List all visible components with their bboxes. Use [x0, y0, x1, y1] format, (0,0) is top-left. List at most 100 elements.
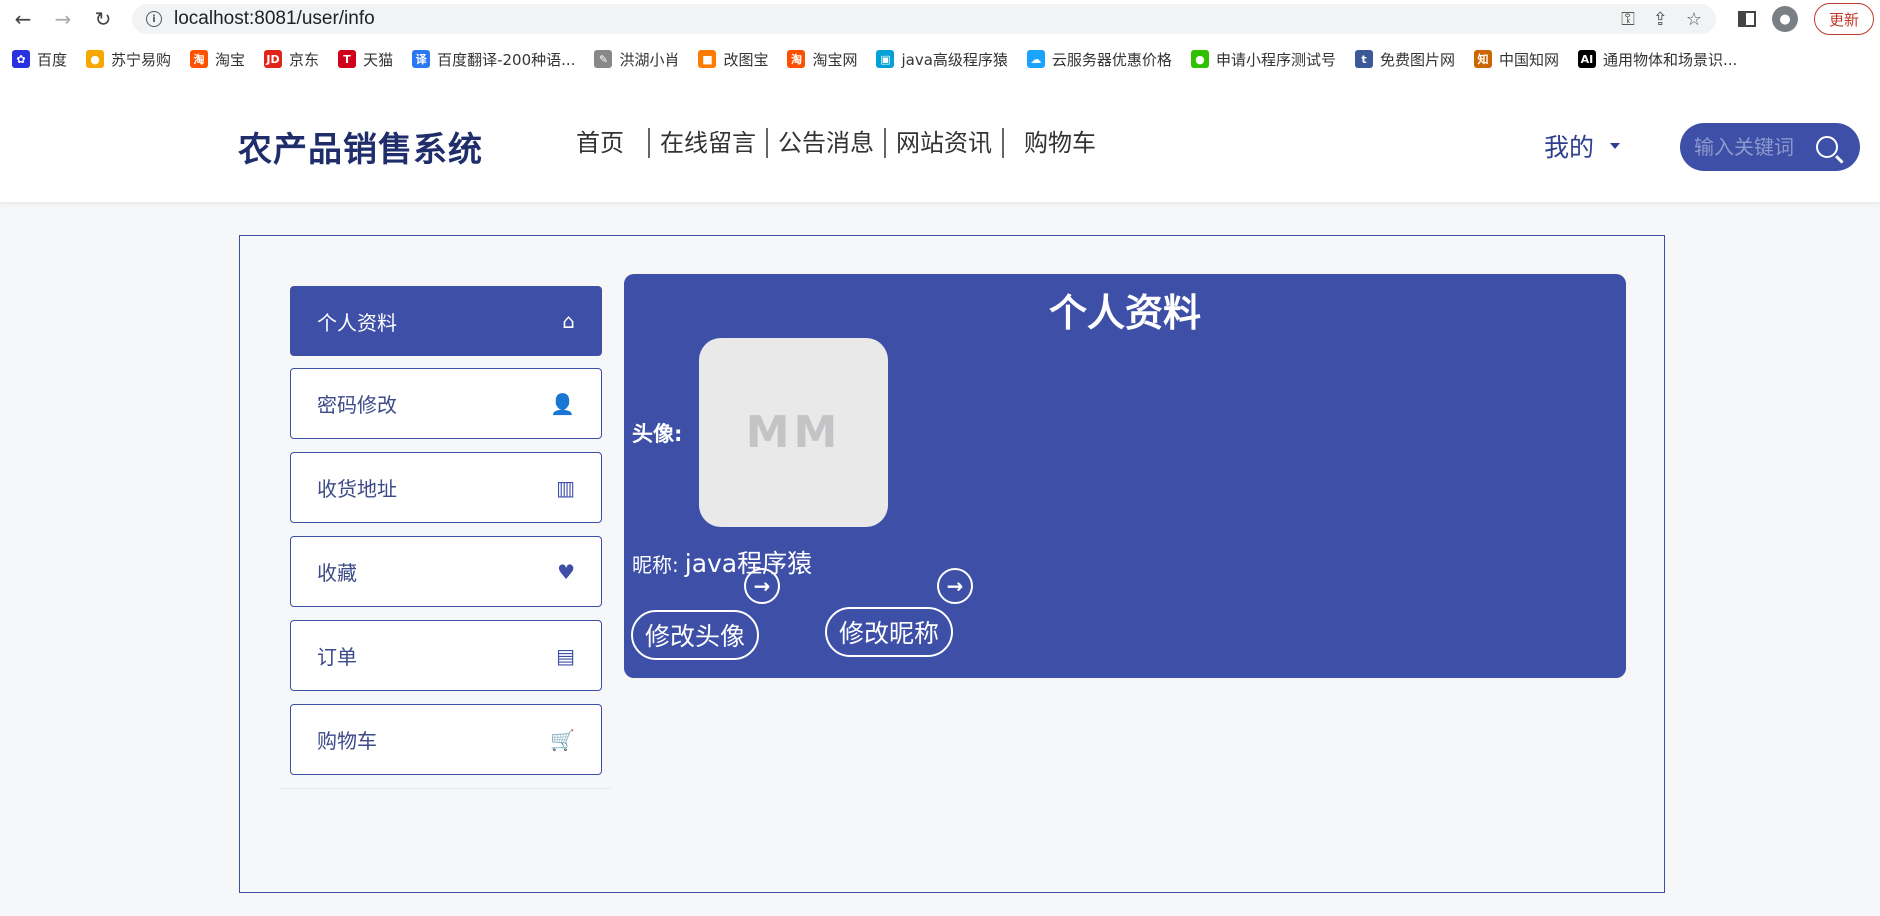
sidebar-item-user[interactable]: 密码修改 👤 [290, 368, 602, 439]
bookmark-label: 百度翻译-200种语... [437, 50, 576, 69]
sidebar-item-cart[interactable]: 购物车 🛒 [290, 704, 602, 775]
nav-messages[interactable]: 在线留言 [648, 128, 766, 158]
bookmarks-bar: ✿ 百度 ● 苏宁易购淘淘宝 JD 京东 T 天猫译百度翻译-200种语... ✎ 洪湖小肖 ■ 改图… [0, 38, 1880, 80]
content-container: 个人资料 ⌂ 密码修改 👤 收货地址 ▥ 收藏 ♥ 订单 ▤ 购物车 🛒 个人资料 头像: MM 昵称… [239, 235, 1665, 893]
mine-dropdown[interactable]: 我的 [1544, 128, 1621, 164]
update-button[interactable]: 更新 [1813, 3, 1874, 35]
nav-announcements[interactable]: 公告消息 [766, 128, 884, 158]
search-box [1680, 123, 1860, 171]
bookmark-favicon-icon: T [338, 50, 357, 68]
nav-cart[interactable]: 购物车 [1002, 128, 1106, 158]
bookmark-item[interactable]: ■ 改图宝 [698, 49, 768, 70]
bookmark-item[interactable]: 淘淘宝 [190, 49, 245, 70]
arrow-right-circle-icon[interactable]: → [937, 568, 973, 604]
bookmark-label: 通用物体和场景识... [1602, 50, 1738, 69]
avatar-label: 头像: [632, 422, 683, 446]
sidebar-item-file[interactable]: 订单 ▤ [290, 620, 602, 691]
change-nickname-button[interactable]: 修改昵称 [825, 607, 954, 657]
bookmark-label: 免费图片网 [1379, 50, 1455, 69]
search-input[interactable] [1694, 135, 1804, 159]
cart-icon: 🛒 [550, 727, 575, 752]
bookmark-label: 申请小程序测试号 [1215, 50, 1336, 69]
bookmark-favicon-icon: ✎ [594, 50, 613, 68]
site-info-icon[interactable]: i [146, 11, 162, 27]
address-bar[interactable]: i localhost:8081/user/info ⚿ ⇪ ☆ [132, 4, 1716, 34]
side-panel-icon[interactable] [1737, 11, 1756, 27]
bookmark-favicon-icon: ✿ [12, 50, 30, 68]
nav-home[interactable]: 首页 [566, 128, 648, 158]
bookmark-label: 中国知网 [1498, 50, 1559, 69]
sidebar-item-label: 个人资料 [317, 310, 397, 335]
bookmark-item[interactable]: 知中国知网 [1473, 49, 1559, 70]
sidebar-item-label: 订单 [317, 645, 357, 669]
user-icon: 👤 [550, 391, 575, 416]
bookmark-item[interactable]: ✎ 洪湖小肖 [594, 49, 679, 70]
bookmark-favicon-icon: ☁ [1026, 50, 1045, 68]
bookmark-star-icon[interactable]: ☆ [1686, 9, 1702, 30]
search-icon[interactable] [1816, 136, 1838, 158]
forward-arrow-icon[interactable]: → [46, 2, 80, 36]
bookmark-item[interactable]: 淘淘宝网 [787, 49, 857, 70]
profile-panel: 个人资料 头像: MM 昵称: java程序猿 修改头像 → 修改昵称 → [624, 274, 1626, 678]
bookmark-favicon-icon: ● [1190, 50, 1209, 68]
mine-label: 我的 [1544, 133, 1595, 162]
bookmark-label: 京东 [289, 50, 320, 69]
bookmark-favicon-icon: ■ [698, 50, 717, 68]
bookmark-favicon-icon: 淘 [787, 50, 806, 68]
bookmark-favicon-icon: JD [264, 50, 283, 68]
sidebar-item-label: 收藏 [317, 561, 357, 585]
bookmark-item[interactable]: 译百度翻译-200种语... [412, 49, 575, 70]
avatar-image: MM [699, 338, 888, 527]
bookmark-label: 洪湖小肖 [619, 50, 680, 69]
profile-avatar-icon[interactable]: ● [1771, 6, 1798, 32]
arrow-right-circle-icon[interactable]: → [744, 568, 780, 604]
bookmark-label: 淘宝网 [812, 50, 858, 69]
share-icon[interactable]: ⇪ [1653, 9, 1668, 30]
bookmark-favicon-icon: 淘 [190, 50, 209, 68]
main-nav: 首页 在线留言 公告消息 网站资讯 购物车 [566, 128, 1106, 158]
bookmark-item[interactable]: ● 苏宁易购 [86, 49, 171, 70]
bookmark-item[interactable]: ✿ 百度 [12, 49, 67, 70]
heart-icon: ♥ [557, 559, 575, 584]
file-icon: ▤ [556, 643, 575, 668]
sidebar-item-label: 购物车 [317, 729, 377, 753]
bookmark-label: 云服务器优惠价格 [1051, 50, 1172, 69]
bookmark-label: 改图宝 [723, 50, 769, 69]
panel-title: 个人资料 [1048, 291, 1201, 335]
bookmark-item[interactable]: AI 通用物体和场景识... [1577, 49, 1738, 70]
bookmark-label: 百度 [37, 50, 68, 69]
bookmark-item[interactable]: ☁ 云服务器优惠价格 [1026, 49, 1172, 70]
nickname-row: 昵称: java程序猿 [632, 544, 812, 580]
sidebar-item-home[interactable]: 个人资料 ⌂ [290, 286, 602, 356]
nav-news[interactable]: 网站资讯 [884, 128, 1002, 158]
bookmark-item[interactable]: t 免费图片网 [1354, 49, 1455, 70]
sidebar-item-heart[interactable]: 收藏 ♥ [290, 536, 602, 607]
map-icon: ▥ [556, 475, 575, 500]
back-arrow-icon[interactable]: ← [6, 2, 40, 36]
bookmark-item[interactable]: ● 申请小程序测试号 [1190, 49, 1336, 70]
sidebar-item-map[interactable]: 收货地址 ▥ [290, 452, 602, 523]
bookmark-favicon-icon: 译 [412, 50, 431, 68]
bookmark-label: java高级程序猿 [901, 50, 1008, 69]
user-menu: 个人资料 ⌂ 密码修改 👤 收货地址 ▥ 收藏 ♥ 订单 ▤ 购物车 🛒 [280, 286, 610, 789]
site-title[interactable]: 农产品销售系统 [238, 122, 483, 171]
bookmark-item[interactable]: JD 京东 [264, 49, 319, 70]
change-avatar-button[interactable]: 修改头像 [631, 610, 760, 660]
bookmark-label: 淘宝 [215, 50, 246, 69]
nickname-label: 昵称: [632, 553, 679, 577]
site-header: 农产品销售系统 首页 在线留言 公告消息 网站资讯 购物车 我的 [0, 80, 1880, 202]
bookmark-favicon-icon: t [1354, 50, 1373, 68]
bookmark-label: 天猫 [363, 50, 394, 69]
key-icon[interactable]: ⚿ [1621, 9, 1635, 30]
sidebar-item-label: 收货地址 [317, 477, 397, 501]
bookmark-favicon-icon: ● [86, 50, 105, 68]
bookmark-item[interactable]: T 天猫 [338, 49, 393, 70]
bookmark-favicon-icon: ▣ [876, 50, 895, 68]
caret-down-icon [1610, 143, 1621, 149]
sidebar-item-label: 密码修改 [317, 393, 397, 417]
menu-divider [280, 788, 610, 789]
bookmark-label: 苏宁易购 [111, 50, 172, 69]
bookmark-favicon-icon: 知 [1473, 50, 1492, 68]
reload-icon[interactable]: ↻ [86, 2, 120, 36]
bookmark-item[interactable]: ▣ java高级程序猿 [876, 49, 1008, 70]
